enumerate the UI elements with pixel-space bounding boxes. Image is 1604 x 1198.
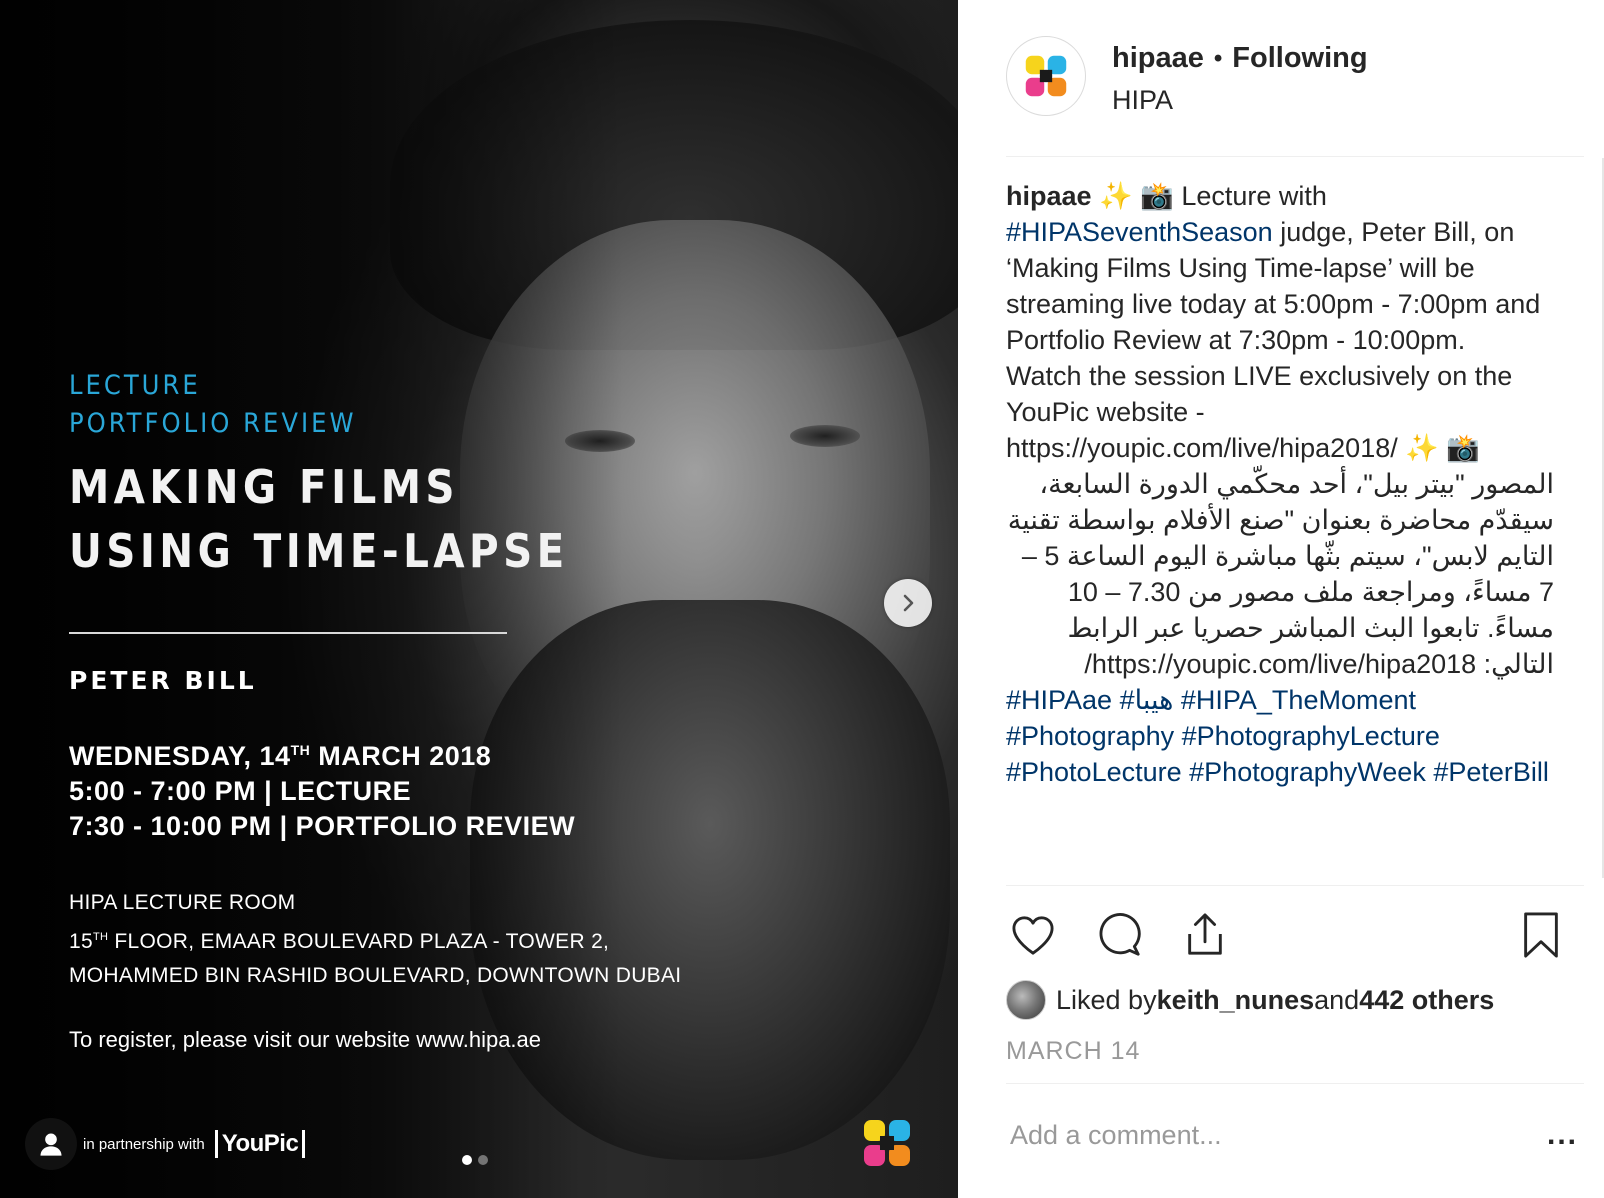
hashtag[interactable]: #HIPA_TheMoment: [1181, 685, 1416, 715]
hashtag[interactable]: #Photography: [1006, 721, 1174, 751]
share-button[interactable]: [1180, 910, 1230, 960]
partner-strip: in partnership with YouPic: [25, 1118, 306, 1170]
chevron-right-icon: [903, 594, 914, 612]
overlay-register: To register, please visit our website ww…: [69, 1027, 542, 1052]
following-button[interactable]: Following: [1232, 42, 1367, 75]
post-date[interactable]: MARCH 14: [1006, 1037, 1140, 1066]
hashtag[interactable]: #PhotoLecture: [1006, 757, 1182, 787]
comment-icon: [1099, 913, 1141, 956]
overlay-tag-lecture: LECTURE: [69, 370, 201, 401]
caption-hashtags: #HIPAae #هيبا #HIPA_TheMoment #Photograp…: [1006, 682, 1554, 790]
overlay-title-line1: MAKING FILMS: [69, 460, 459, 514]
caption-text-1: Lecture with: [1173, 181, 1327, 211]
carousel-dot-active[interactable]: [462, 1155, 472, 1165]
overlay-venue-line2: 15TH FLOOR, EMAAR BOULEVARD PLAZA - TOWE…: [69, 930, 610, 953]
caption-emoji: ✨ 📸: [1099, 181, 1174, 211]
caption-username[interactable]: hipaae: [1006, 181, 1092, 211]
post-caption: hipaae ✨ 📸 Lecture with #HIPASeventhSeas…: [1006, 178, 1554, 883]
overlay-venue-line3: MOHAMMED BIN RASHID BOULEVARD, DOWNTOWN …: [69, 964, 682, 987]
header-username[interactable]: hipaae: [1112, 42, 1204, 75]
post-image[interactable]: LECTURE PORTFOLIO REVIEW MAKING FILMS US…: [0, 0, 958, 1198]
comment-button[interactable]: [1094, 910, 1144, 960]
likes-middle: and: [1314, 984, 1360, 1015]
youpic-logo: YouPic: [214, 1130, 306, 1158]
overlay-title: MAKING FILMS USING TIME-LAPSE: [69, 455, 569, 583]
likes-summary: Liked by keith_nunes and 442 others: [1006, 980, 1494, 1020]
overlay-time-review: 7:30 - 10:00 PM | PORTFOLIO REVIEW: [69, 811, 576, 841]
tagged-user-button[interactable]: [25, 1118, 77, 1170]
overlay-divider: [69, 632, 507, 634]
comment-divider: [1006, 1083, 1584, 1084]
likes-others-link[interactable]: 442 others: [1359, 985, 1494, 1016]
header-separator: •: [1213, 44, 1223, 72]
liker-username[interactable]: keith_nunes: [1157, 985, 1315, 1016]
header-subtitle[interactable]: HIPA: [1112, 85, 1368, 116]
caption-hashtag-season[interactable]: #HIPASeventhSeason: [1006, 217, 1273, 247]
overlay-date: WEDNESDAY, 14TH MARCH 2018: [69, 741, 492, 771]
post-actions: [1008, 910, 1586, 960]
partner-text: in partnership with: [83, 1135, 205, 1153]
hashtag[interactable]: #PeterBill: [1433, 757, 1549, 787]
more-options-button[interactable]: ...: [1547, 1118, 1584, 1152]
liker-avatar[interactable]: [1006, 980, 1046, 1020]
profile-avatar[interactable]: [1006, 36, 1086, 116]
overlay-tag-portfolio: PORTFOLIO REVIEW: [69, 408, 357, 439]
hipa-logo-icon: [862, 1118, 912, 1173]
overlay-schedule: WEDNESDAY, 14TH MARCH 2018 5:00 - 7:00 P…: [69, 733, 575, 844]
overlay-venue-line1: HIPA LECTURE ROOM: [69, 891, 296, 914]
post-header: hipaae • Following HIPA: [1006, 36, 1368, 116]
header-line: hipaae • Following: [1112, 42, 1368, 75]
header-divider: [1006, 156, 1584, 157]
share-icon: [1188, 913, 1222, 955]
save-button[interactable]: [1516, 910, 1566, 960]
person-icon: [40, 1133, 62, 1156]
caption-arabic: المصور "بيتر بيل"، أحد محكّمي الدورة الس…: [1007, 469, 1554, 679]
comment-input[interactable]: [1006, 1119, 1494, 1151]
carousel-dots: [462, 1155, 488, 1165]
comment-bar: ...: [1006, 1105, 1584, 1165]
hashtag[interactable]: #PhotographyWeek: [1189, 757, 1426, 787]
hipa-logo-icon: [1025, 55, 1067, 97]
hashtag[interactable]: #هيبا: [1120, 685, 1174, 715]
hashtag[interactable]: #PhotographyLecture: [1182, 721, 1440, 751]
like-button[interactable]: [1008, 910, 1058, 960]
header-text: hipaae • Following HIPA: [1112, 42, 1368, 116]
overlay-speaker: PETER BILL: [69, 666, 257, 695]
likes-prefix: Liked by: [1056, 984, 1157, 1015]
bookmark-icon: [1524, 912, 1558, 958]
overlay-title-line2: USING TIME-LAPSE: [69, 524, 569, 578]
hashtag[interactable]: #HIPAae: [1006, 685, 1112, 715]
actions-divider: [1006, 885, 1584, 886]
overlay-venue: HIPA LECTURE ROOM 15TH FLOOR, EMAAR BOUL…: [69, 886, 681, 993]
photo-gradient: [0, 0, 958, 1198]
post-details-pane: hipaae • Following HIPA hipaae ✨ 📸 Lectu…: [958, 0, 1604, 1198]
overlay-time-lecture: 5:00 - 7:00 PM | LECTURE: [69, 776, 412, 806]
caption-text-3: Watch the session LIVE exclusively on th…: [1006, 361, 1513, 463]
carousel-next-button[interactable]: [884, 579, 932, 627]
carousel-dot[interactable]: [478, 1155, 488, 1165]
heart-icon: [1012, 916, 1054, 955]
